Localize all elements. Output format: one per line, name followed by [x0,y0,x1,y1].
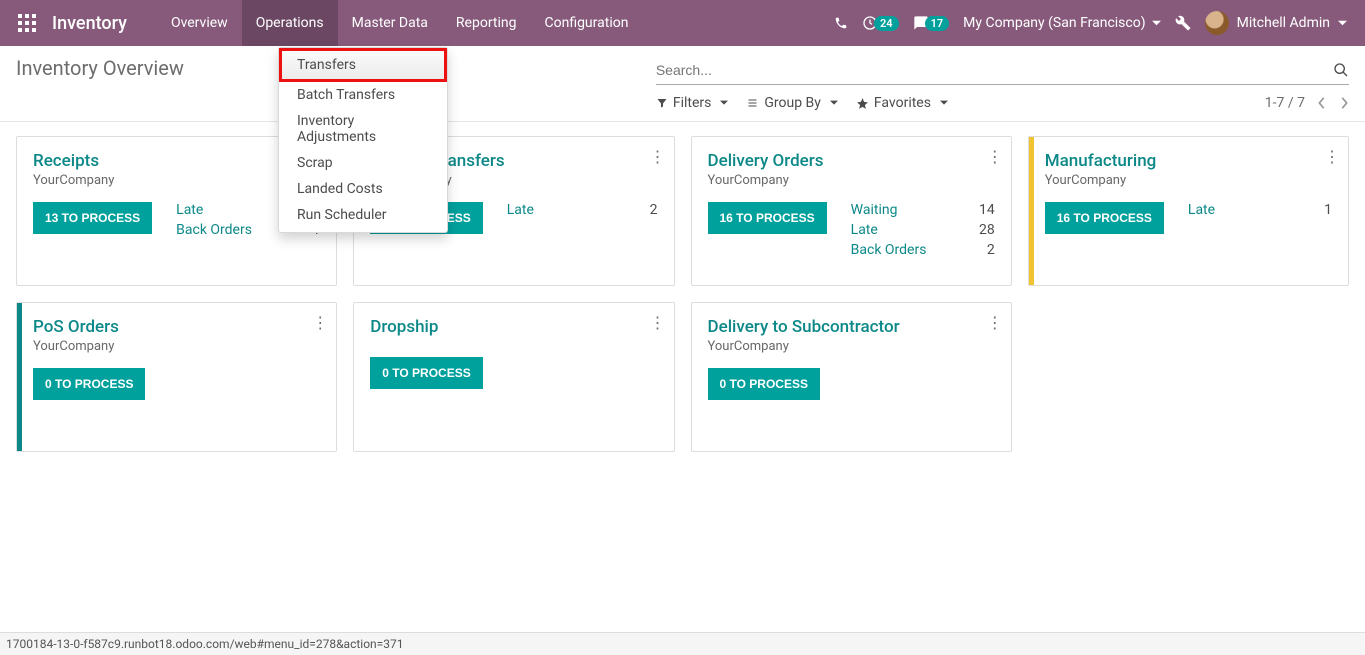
caret-down-icon [940,99,948,107]
card-title[interactable]: Dropship [370,317,657,337]
card-title[interactable]: Manufacturing [1045,151,1332,171]
stat-label: Waiting [851,202,898,218]
stat-label: Back Orders [176,222,252,238]
card-stats: Waiting 14 Late 28 Back Orders 2 [851,202,995,262]
caret-down-icon [830,99,838,107]
groupby-button[interactable]: Group By [746,95,838,111]
stat-row[interactable]: Waiting 14 [851,202,995,218]
navbar: Inventory Overview Operations Master Dat… [0,0,1365,46]
process-button[interactable]: 0 TO PROCESS [708,368,820,400]
dd-inventory-adjustments[interactable]: Inventory Adjustments [279,108,447,150]
stat-value: 28 [979,222,995,238]
pager-next[interactable] [1339,96,1349,110]
stat-row[interactable]: Back Orders 2 [851,242,995,258]
search-box[interactable] [656,56,1349,85]
groupby-label: Group By [764,95,821,111]
process-button[interactable]: 0 TO PROCESS [33,368,145,400]
pager-count: 1-7 / 7 [1265,95,1305,111]
stat-label: Late [1188,202,1215,218]
nav-overview[interactable]: Overview [157,0,242,46]
stat-row[interactable]: Late 28 [851,222,995,238]
card-menu-icon[interactable]: ⋮ [1324,147,1340,166]
stat-value: 2 [987,242,995,258]
search-input[interactable] [656,58,1333,82]
card-stats: Late 1 [1188,202,1332,222]
card-menu-icon[interactable]: ⋮ [987,147,1003,166]
stat-label: Back Orders [851,242,927,258]
stat-value: 14 [979,202,995,218]
caret-down-icon [720,99,728,107]
stat-label: Late [176,202,203,218]
favorites-button[interactable]: Favorites [856,95,948,111]
activities-icon[interactable]: 24 [862,15,899,31]
messages-badge: 17 [925,16,950,31]
card-color-bar [1029,137,1034,285]
user-name: Mitchell Admin [1237,15,1330,31]
process-button[interactable]: 13 TO PROCESS [33,202,152,234]
operations-dropdown: Transfers Batch Transfers Inventory Adju… [278,47,448,233]
kanban-card[interactable]: ⋮Delivery to Subcontractor YourCompany 0 T… [691,302,1012,452]
app-brand[interactable]: Inventory [52,13,127,34]
stat-label: Late [851,222,878,238]
dd-batch-transfers[interactable]: Batch Transfers [279,82,447,108]
search-icon[interactable] [1333,62,1349,78]
dd-run-scheduler[interactable]: Run Scheduler [279,202,447,228]
card-subtitle: YourCompany [33,339,320,354]
card-subtitle: YourCompany [1045,173,1332,188]
process-button[interactable]: 0 TO PROCESS [370,357,482,389]
stat-label: Late [507,202,534,218]
company-name: My Company (San Francisco) [963,15,1145,31]
apps-icon[interactable] [18,14,36,32]
nav-master-data[interactable]: Master Data [338,0,442,46]
card-stats: Late 2 [507,202,658,222]
star-icon [856,97,869,110]
statusbar: 1700184-13-0-f587c9.runbot18.odoo.com/we… [0,632,1365,655]
card-title[interactable]: Delivery to Subcontractor [708,317,995,337]
pager-prev[interactable] [1317,96,1327,110]
card-menu-icon[interactable]: ⋮ [650,313,666,332]
stat-value: 2 [650,202,658,218]
nav-operations[interactable]: Operations [242,0,338,46]
avatar [1205,11,1229,35]
stat-row[interactable]: Late 2 [507,202,658,218]
caret-down-icon [1152,19,1161,28]
user-menu[interactable]: Mitchell Admin [1205,11,1347,35]
card-menu-icon[interactable]: ⋮ [987,313,1003,332]
card-menu-icon[interactable]: ⋮ [650,147,666,166]
dd-scrap[interactable]: Scrap [279,150,447,176]
kanban-card[interactable]: ⋮Delivery Orders YourCompany 16 TO PROCESS… [691,136,1012,286]
company-switcher[interactable]: My Company (San Francisco) [963,15,1160,31]
filters-button[interactable]: Filters [656,95,729,111]
stat-row[interactable]: Late 1 [1188,202,1332,218]
kanban-card[interactable]: ⋮Manufacturing YourCompany 16 TO PROCESS La… [1028,136,1349,286]
nav-configuration[interactable]: Configuration [530,0,642,46]
phone-icon[interactable] [834,16,848,30]
filters-label: Filters [673,95,712,111]
activities-badge: 24 [874,16,899,31]
process-button[interactable]: 16 TO PROCESS [708,202,827,234]
card-subtitle: YourCompany [708,339,995,354]
nav-reporting[interactable]: Reporting [442,0,531,46]
caret-down-icon [1338,19,1347,28]
messages-icon[interactable]: 17 [913,15,950,31]
card-subtitle: YourCompany [708,173,995,188]
control-panel: Inventory Overview Filters Group By Favo… [0,46,1365,122]
card-color-bar [17,303,22,451]
kanban-card[interactable]: ⋮Dropship 0 TO PROCESS [353,302,674,452]
dd-landed-costs[interactable]: Landed Costs [279,176,447,202]
card-menu-icon[interactable]: ⋮ [312,313,328,332]
stat-value: 1 [1324,202,1332,218]
favorites-label: Favorites [874,95,931,111]
debug-icon[interactable] [1175,15,1191,31]
dd-transfers[interactable]: Transfers [279,48,447,82]
card-title[interactable]: PoS Orders [33,317,320,337]
funnel-icon [656,97,668,109]
list-icon [746,97,759,109]
kanban-view: ⋮ReceiptsYourCompany13 TO PROCESSLate12B… [0,122,1365,466]
kanban-card[interactable]: ⋮PoS Orders YourCompany 0 TO PROCESS [16,302,337,452]
process-button[interactable]: 16 TO PROCESS [1045,202,1164,234]
card-title[interactable]: Delivery Orders [708,151,995,171]
